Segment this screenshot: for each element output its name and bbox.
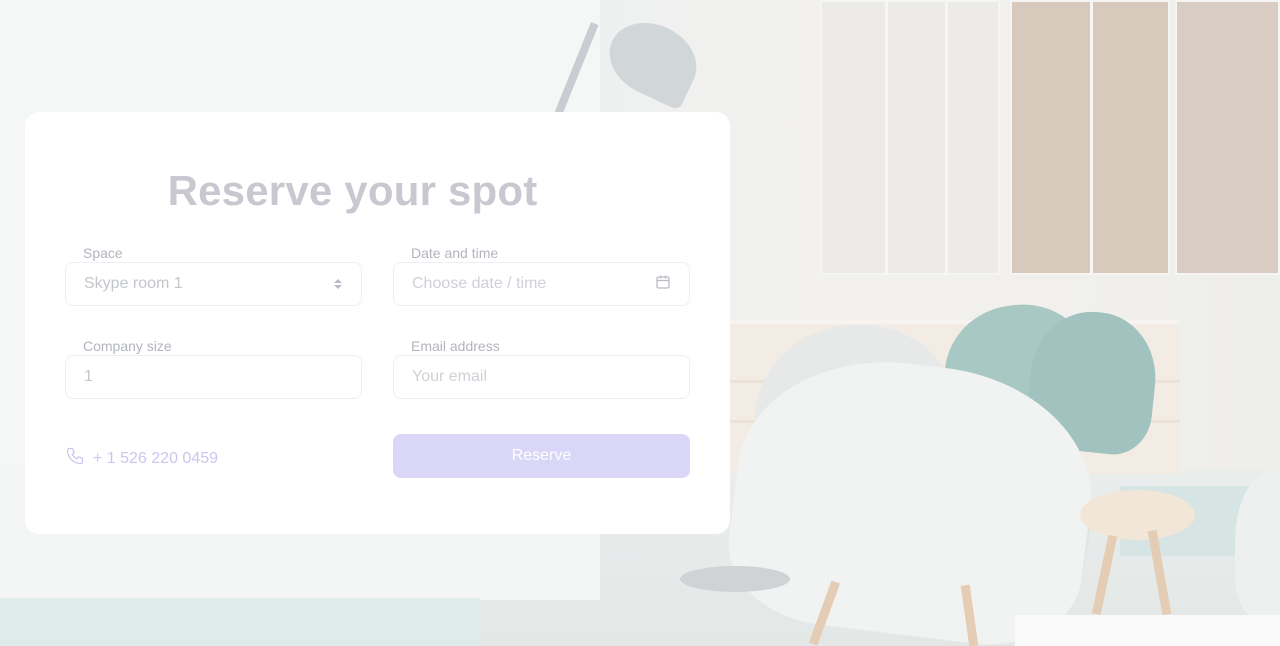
email-label: Email address: [411, 338, 500, 354]
datetime-input[interactable]: Choose date / time: [393, 262, 690, 306]
background-window: [820, 0, 1000, 275]
page-title: Reserve your spot: [167, 167, 538, 214]
email-input[interactable]: Your email: [393, 355, 690, 399]
phone-icon: [65, 446, 85, 471]
background-box: [1015, 615, 1280, 646]
background-window-frame: [885, 0, 888, 275]
company-size-value: 1: [84, 368, 93, 385]
background-table: [1080, 490, 1195, 540]
phone-link[interactable]: + 1 526 220 0459: [65, 446, 218, 471]
background-window-frame: [1090, 0, 1093, 275]
background-window-frame: [945, 0, 948, 275]
background-sofa: [0, 598, 480, 646]
email-placeholder: Your email: [412, 368, 488, 385]
datetime-label: Date and time: [411, 245, 499, 261]
background-window: [1175, 0, 1280, 275]
company-size-label: Company size: [83, 338, 172, 354]
space-select[interactable]: Skype room 1: [65, 262, 362, 306]
space-label: Space: [83, 245, 123, 261]
datetime-placeholder: Choose date / time: [412, 275, 547, 292]
reserve-button[interactable]: Reserve: [393, 434, 690, 478]
company-size-input[interactable]: 1: [65, 355, 362, 399]
background-lamp-base: [680, 566, 790, 592]
space-select-value: Skype room 1: [84, 275, 183, 292]
calendar-icon[interactable]: [655, 274, 671, 295]
select-arrows-icon: [333, 277, 343, 291]
phone-number: + 1 526 220 0459: [93, 449, 219, 467]
